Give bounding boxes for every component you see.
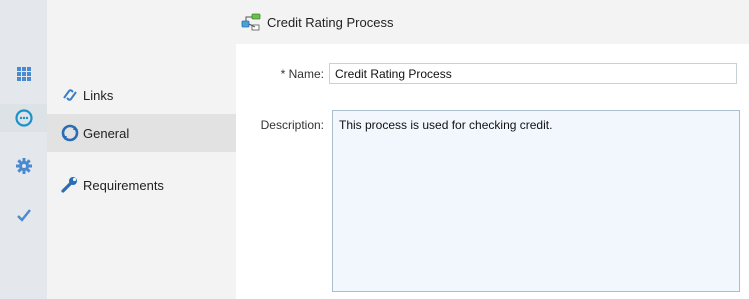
nav-item-general[interactable]: General (47, 114, 236, 152)
overview-button[interactable] (0, 104, 47, 132)
description-field[interactable]: This process is used for checking credit… (332, 110, 740, 292)
name-label: * Name: (280, 67, 324, 81)
chat-bubble-icon (14, 109, 33, 127)
grid-view-button[interactable] (0, 60, 47, 88)
title-bar: Credit Rating Process (236, 0, 749, 44)
nav-item-label: Requirements (83, 177, 164, 193)
nav-item-label: Links (83, 87, 114, 103)
page-title: Credit Rating Process (267, 14, 394, 30)
nav-item-links[interactable]: Links (47, 76, 236, 114)
left-icon-strip (0, 0, 48, 299)
nav-item-label: General (83, 125, 130, 141)
circle-arrows-icon (61, 124, 79, 142)
gear-icon (15, 158, 32, 174)
process-diagram-icon (241, 13, 261, 31)
checkmark-icon (16, 209, 31, 222)
grid-icon (16, 67, 31, 81)
links-icon (61, 86, 79, 104)
nav-item-requirements[interactable]: Requirements (47, 166, 236, 204)
description-label: Description: (260, 118, 324, 132)
name-field[interactable] (329, 63, 737, 84)
property-nav-panel: Links General Requirements (47, 0, 236, 299)
wrench-icon (61, 176, 79, 194)
settings-button[interactable] (0, 152, 47, 180)
main-content: Credit Rating Process * Name: Descriptio… (236, 0, 749, 299)
validate-button[interactable] (0, 201, 47, 229)
